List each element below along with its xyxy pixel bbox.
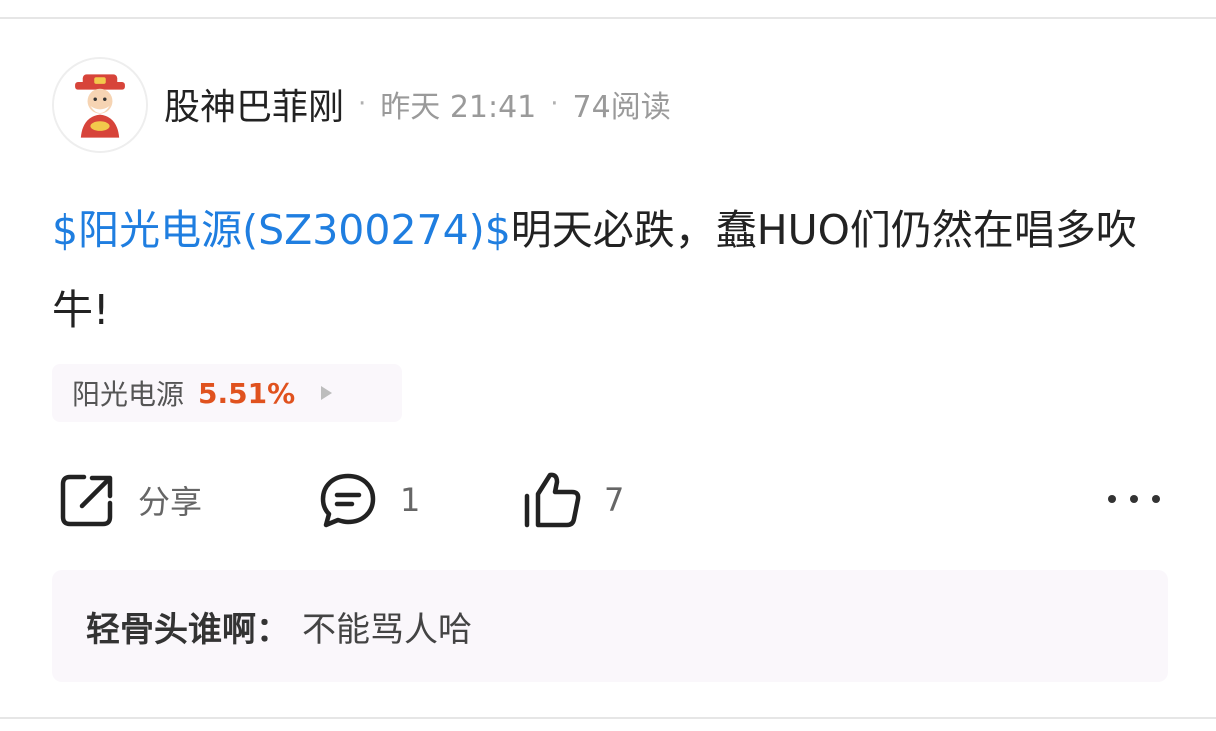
comment-icon	[320, 473, 376, 528]
chevron-right-icon	[321, 386, 333, 400]
like-icon	[524, 472, 581, 528]
stock-chip-name: 阳光电源	[72, 378, 185, 411]
comment-text: 不能骂人哈	[302, 609, 472, 650]
avatar[interactable]	[52, 57, 148, 153]
more-icon[interactable]	[1108, 490, 1160, 508]
stock-tag-link[interactable]: $阳光电源(SZ300274)$	[52, 206, 511, 254]
comment-author[interactable]: 轻骨头谁啊	[86, 602, 256, 651]
read-count: 74阅读	[572, 90, 671, 125]
post-header: 股神巴菲刚 · 昨天 21:41 · 74阅读	[164, 76, 671, 132]
more-dot	[1108, 495, 1116, 503]
top-divider	[0, 17, 1216, 19]
share-button[interactable]: 分享	[58, 468, 202, 532]
comment-count: 1	[400, 481, 421, 519]
more-dot	[1130, 495, 1138, 503]
comment-button[interactable]: 1	[318, 468, 420, 532]
like-button[interactable]: 7	[522, 468, 624, 532]
share-label: 分享	[138, 483, 203, 521]
post-body: $阳光电源(SZ300274)$明天必跌，蠢HUO们仍然在唱多吹牛!	[52, 190, 1172, 350]
post-time: 昨天 21:41	[380, 90, 537, 125]
comment-separator: ：	[256, 609, 290, 650]
top-comment[interactable]: 轻骨头谁啊 ： 不能骂人哈	[52, 570, 1168, 682]
avatar-image	[54, 59, 146, 151]
separator-dot: ·	[358, 89, 367, 119]
stock-chip-change: 5.51%	[198, 376, 296, 410]
bottom-divider	[0, 717, 1216, 719]
share-icon	[60, 474, 113, 527]
more-dot	[1152, 495, 1160, 503]
separator-dot: ·	[550, 89, 559, 119]
post-card: 股神巴菲刚 · 昨天 21:41 · 74阅读 $阳光电源(SZ300274)$…	[0, 0, 1216, 731]
author-name[interactable]: 股神巴菲刚	[164, 78, 344, 130]
like-count: 7	[604, 481, 625, 519]
stock-chip[interactable]: 阳光电源 5.51%	[52, 364, 402, 422]
